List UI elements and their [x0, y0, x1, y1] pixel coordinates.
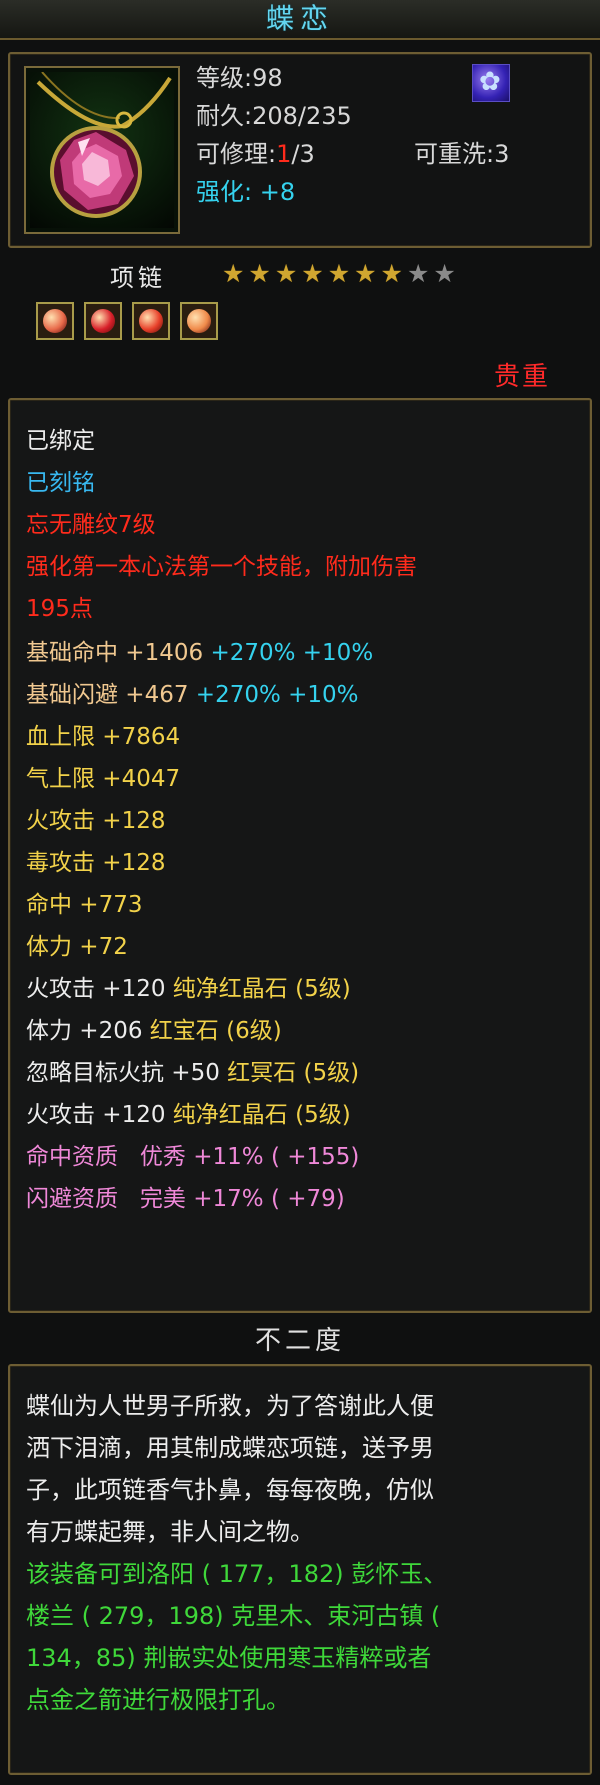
star-rating: ★ ★ ★ ★ ★ ★ ★ ★ ★ — [222, 260, 456, 288]
engraved-status: 已刻铭 — [26, 470, 95, 496]
skill-text-line1: 强化第一本心法第一个技能，附加伤害 — [26, 554, 417, 580]
desc-line: 蝶仙为人世男子所救，为了答谢此人便 — [26, 1392, 434, 1420]
base-dodge-pct2: +10% — [288, 682, 359, 708]
base-hit-pct1: +270% — [210, 640, 296, 666]
gem-stat-4-gem: 纯净红晶石 (5级) — [172, 1102, 351, 1128]
hint-line: 楼兰 ( 279，198) 克里木、束河古镇 ( — [26, 1602, 441, 1630]
rarity-label: 贵重 — [494, 362, 551, 392]
fire-attack-stat: 火攻击 +128 — [26, 808, 166, 834]
desc-line: 子，此项链香气扑鼻，每每夜晚，仿似 — [26, 1476, 434, 1504]
red-gem-icon — [139, 309, 163, 333]
star-filled-icon: ★ — [301, 259, 324, 288]
poison-attack-stat: 毒攻击 +128 — [26, 850, 166, 876]
gem-slot[interactable] — [132, 302, 170, 340]
gem-stat-3: 忽略目标火抗 +50 红冥石 (5级) — [26, 1058, 359, 1088]
star-filled-icon: ★ — [222, 259, 245, 288]
gem-stat-1-gem: 纯净红晶石 (5级) — [172, 976, 351, 1002]
quality-dodge: 闪避资质 完美 +17% ( +79) — [26, 1186, 345, 1212]
gem-stat-4: 火攻击 +120 纯净红晶石 (5级) — [26, 1100, 351, 1130]
base-dodge-pct1: +270% — [195, 682, 281, 708]
pattern-text: 忘无雕纹7级 — [26, 512, 156, 538]
red-gem-icon — [43, 309, 67, 333]
necklace-icon — [30, 72, 174, 228]
hp-stat: 血上限 +7864 — [26, 724, 181, 750]
gem-stat-2-gem: 红宝石 (6级) — [149, 1018, 282, 1044]
bound-status: 已绑定 — [26, 428, 95, 454]
desc-line: 洒下泪滴，用其制成蝶恋项链，送予男 — [26, 1434, 434, 1462]
title-bar: 蝶恋 — [0, 0, 600, 40]
star-empty-icon: ★ — [433, 259, 456, 288]
quality-hit: 命中资质 优秀 +11% ( +155) — [26, 1144, 360, 1170]
gem-stat-3-gem: 红冥石 (5级) — [227, 1060, 360, 1086]
star-filled-icon: ★ — [380, 259, 403, 288]
enhance-text: 强化: +8 — [196, 178, 296, 206]
gem-slot[interactable] — [36, 302, 74, 340]
repair-label: 可修理: — [196, 140, 277, 168]
stats-panel: 已绑定 已刻铭 忘无雕纹7级 强化第一本心法第一个技能，附加伤害 195点 基础… — [8, 398, 592, 1313]
hint-line: 134，85) 荆嵌实处使用寒玉精粹或者 — [26, 1644, 432, 1672]
gem-stat-2-value: 体力 +206 — [26, 1018, 143, 1044]
gem-stat-2: 体力 +206 红宝石 (6级) — [26, 1016, 282, 1046]
level-text: 等级:98 — [196, 64, 283, 92]
gem-stat-1: 火攻击 +120 纯净红晶石 (5级) — [26, 974, 351, 1004]
item-header-panel: 等级:98 耐久:208/235 可修理:1/3 可重洗:3 强化: +8 ✿ — [8, 52, 592, 248]
item-icon-frame[interactable] — [24, 66, 180, 234]
gem-stat-3-value: 忽略目标火抗 +50 — [26, 1060, 220, 1086]
item-tooltip: 蝶恋 等级:98 耐久:208/235 可修理:1/3 可重洗:3 强化: +8 — [0, 0, 600, 1785]
base-hit-stat: 基础命中 +1406 +270% +10% — [26, 638, 373, 668]
set-name: 不二度 — [254, 1326, 345, 1356]
mp-stat: 气上限 +4047 — [26, 766, 181, 792]
red-gem-icon — [91, 309, 115, 333]
base-dodge-label: 基础闪避 +467 — [26, 682, 189, 708]
repair-current: 1 — [276, 140, 292, 168]
star-filled-icon: ★ — [354, 259, 377, 288]
gem-slots — [36, 302, 218, 340]
desc-line: 有万蝶起舞，非人间之物。 — [26, 1518, 314, 1546]
star-filled-icon: ★ — [274, 259, 298, 288]
repair-text: 可修理:1/3 — [196, 138, 315, 170]
hit-stat: 命中 +773 — [26, 892, 143, 918]
star-filled-icon: ★ — [248, 259, 271, 288]
durability-text: 耐久:208/235 — [196, 102, 352, 130]
swirl-icon: ✿ — [479, 67, 501, 97]
repair-max: /3 — [291, 140, 315, 168]
base-dodge-stat: 基础闪避 +467 +270% +10% — [26, 680, 359, 710]
item-name: 蝶恋 — [265, 2, 334, 35]
base-hit-label: 基础命中 +1406 — [26, 640, 204, 666]
rewash-text: 可重洗:3 — [414, 140, 510, 168]
buff-icon[interactable]: ✿ — [472, 64, 510, 102]
hint-line: 点金之箭进行极限打孔。 — [26, 1686, 290, 1714]
gem-stat-4-value: 火攻击 +120 — [26, 1102, 166, 1128]
skill-text-line2: 195点 — [26, 596, 93, 622]
star-filled-icon: ★ — [327, 259, 351, 288]
star-empty-icon: ★ — [406, 259, 430, 288]
hint-line: 该装备可到洛阳 ( 177，182) 彭怀玉、 — [26, 1560, 448, 1588]
gem-slot[interactable] — [84, 302, 122, 340]
item-type: 项链 — [110, 264, 166, 292]
stamina-stat: 体力 +72 — [26, 934, 128, 960]
gem-stat-1-value: 火攻击 +120 — [26, 976, 166, 1002]
description-panel: 蝶仙为人世男子所救，为了答谢此人便 洒下泪滴，用其制成蝶恋项链，送予男 子，此项… — [8, 1364, 592, 1775]
base-hit-pct2: +10% — [302, 640, 374, 666]
red-gem-icon — [187, 309, 211, 333]
gem-slot[interactable] — [180, 302, 218, 340]
